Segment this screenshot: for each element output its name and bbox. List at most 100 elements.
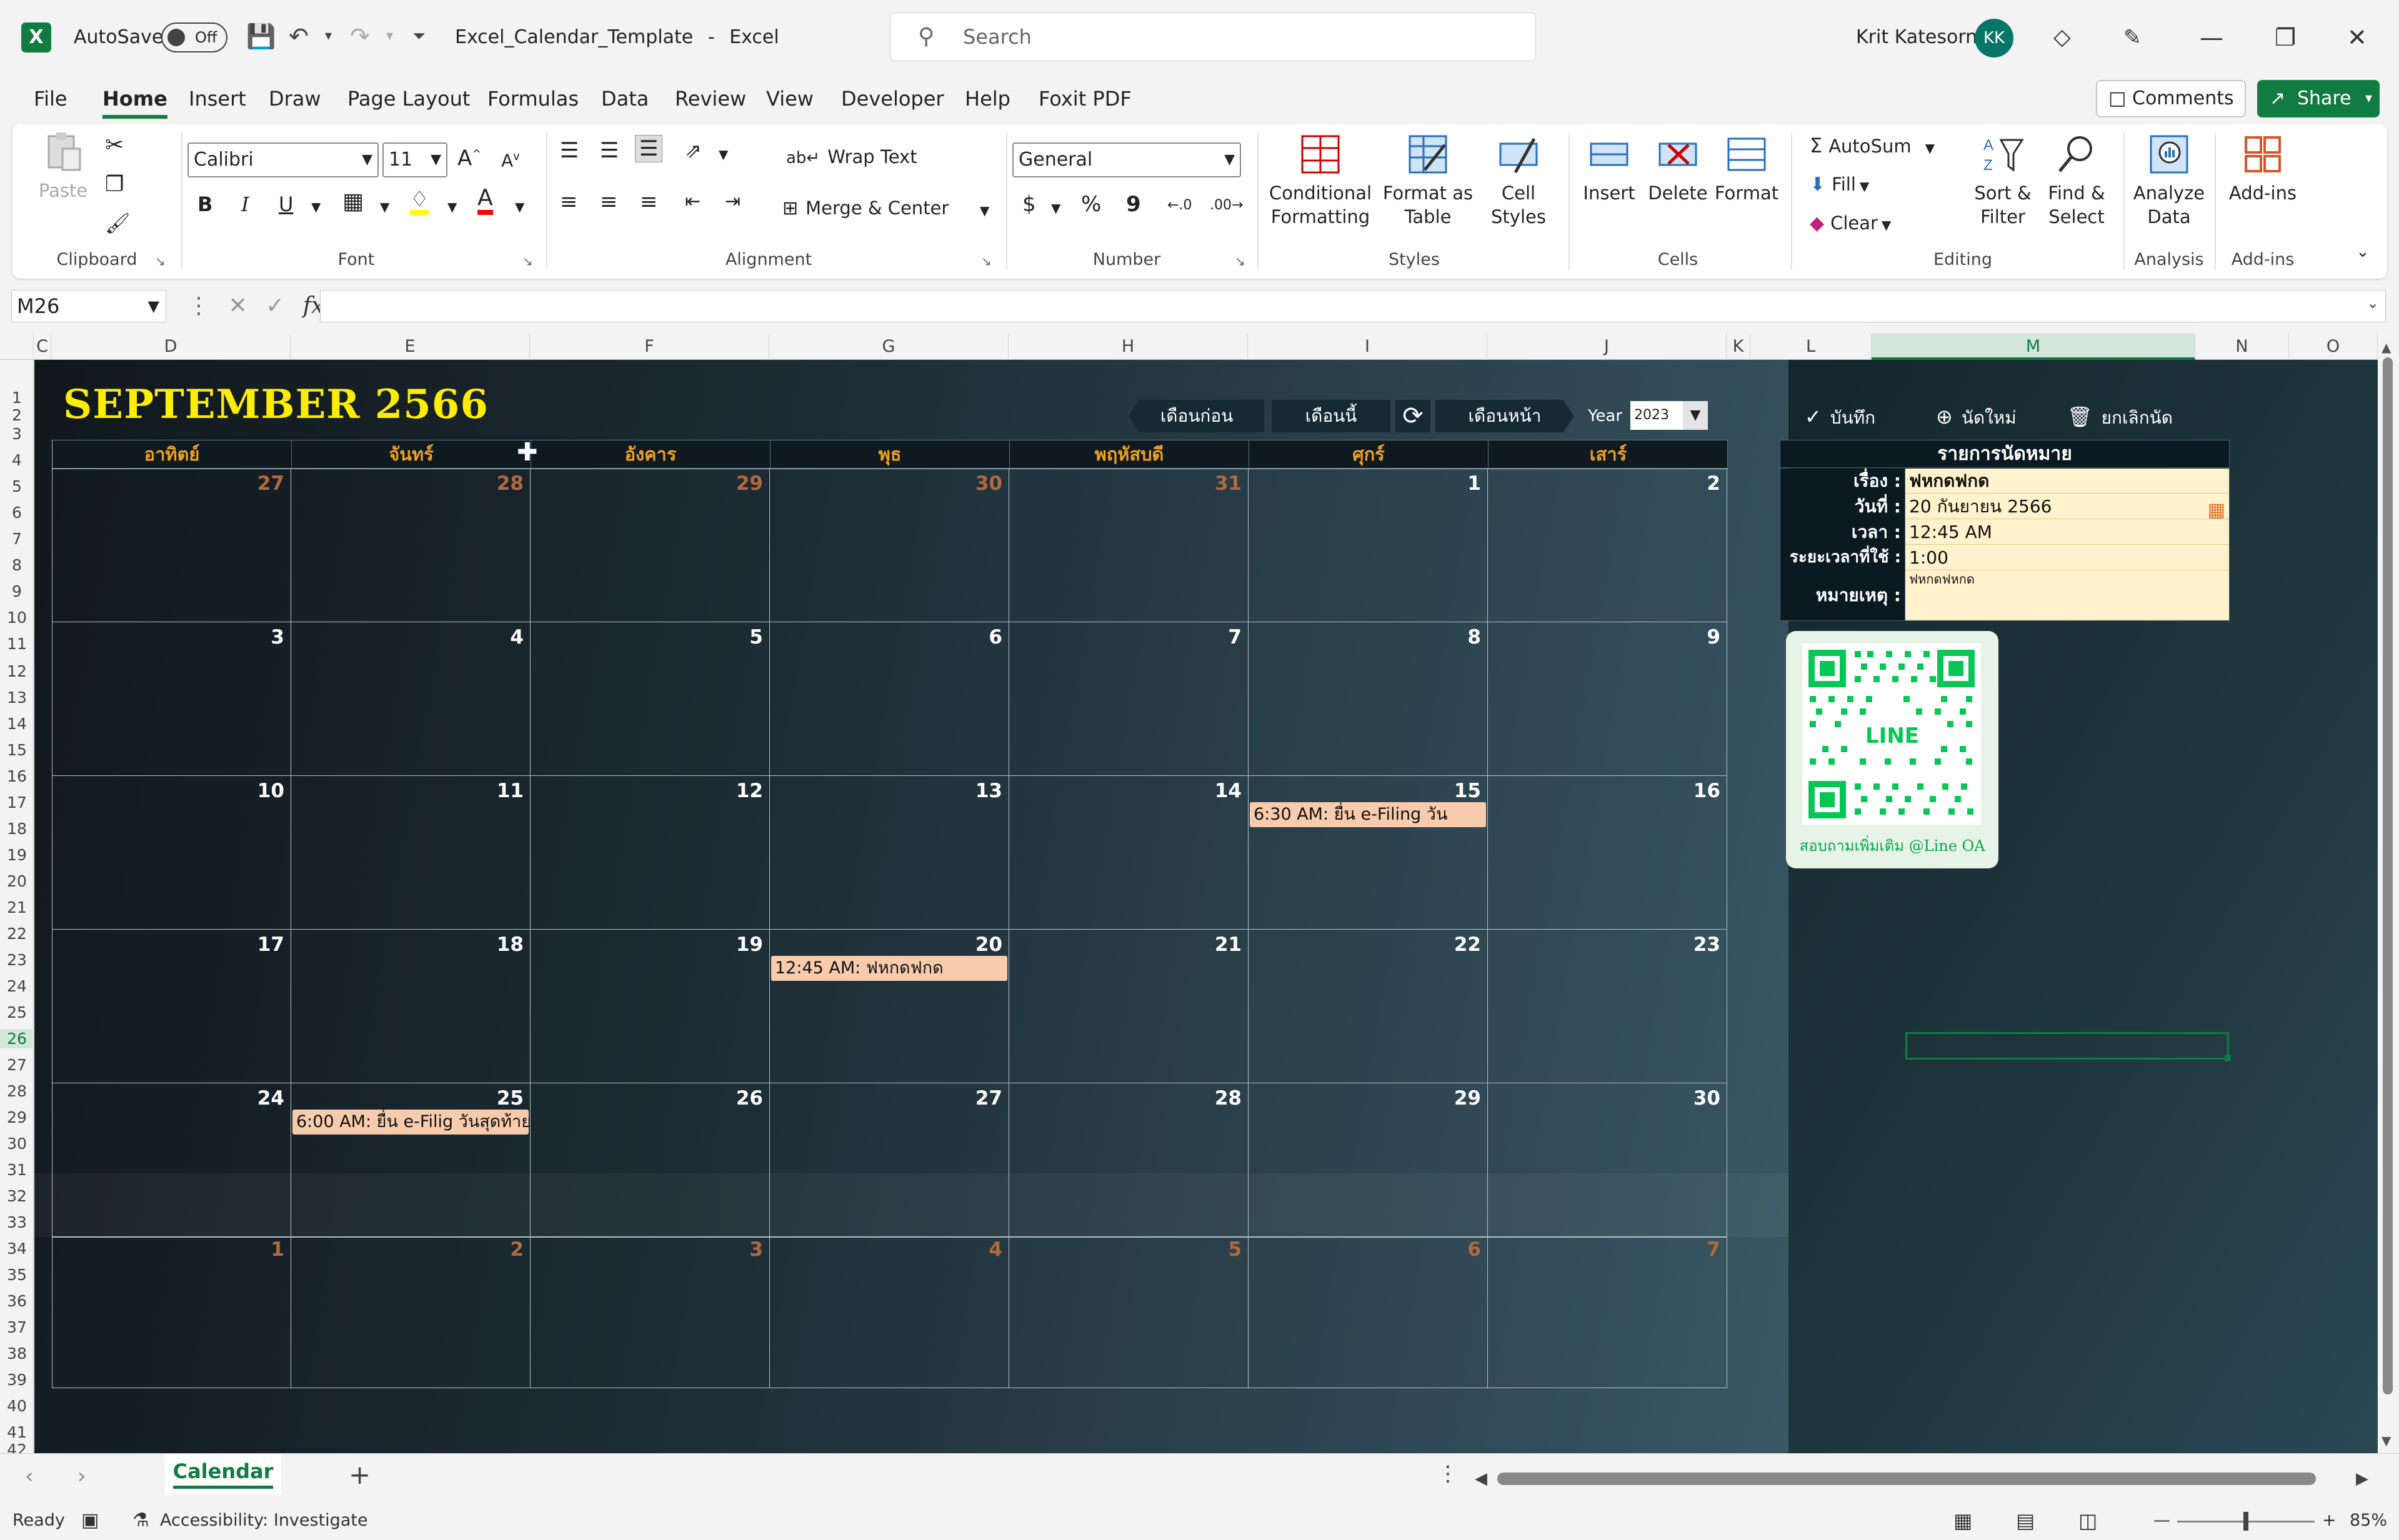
delete-cells-button[interactable]: Delete	[1643, 132, 1712, 205]
column-header[interactable]: E	[291, 334, 530, 360]
autosum-button[interactable]: Σ AutoSum ▼	[1810, 134, 1935, 160]
add-ins-button[interactable]: Add-ins	[2222, 132, 2303, 205]
row-header[interactable]: 2	[0, 406, 34, 425]
scroll-right-icon[interactable]: ▶	[2356, 1468, 2368, 1490]
align-left-icon[interactable]: ≡	[560, 190, 578, 214]
row-header[interactable]: 29	[0, 1108, 34, 1127]
confirm-entry-icon[interactable]: ✓	[266, 293, 284, 319]
share-dropdown-icon[interactable]: ▾	[2365, 80, 2372, 117]
currency-dropdown-icon[interactable]: ▼	[1051, 196, 1060, 220]
pen-icon[interactable]: ✎	[2123, 19, 2142, 56]
customize-toolbar-icon[interactable]: ⏷	[412, 22, 426, 50]
menu-review[interactable]: Review	[675, 85, 746, 112]
orientation-icon[interactable]: ⇗	[685, 139, 702, 162]
autosave-toggle[interactable]: Off	[161, 22, 227, 52]
align-right-icon[interactable]: ≡	[640, 190, 658, 214]
redo-icon[interactable]: ↷	[350, 22, 370, 50]
menu-view[interactable]: View	[766, 85, 814, 112]
row-header[interactable]: 6	[0, 504, 34, 522]
next-month-button[interactable]: เดือนหน้า	[1435, 400, 1574, 432]
prev-sheet-icon[interactable]: ‹	[25, 1463, 34, 1490]
column-header[interactable]: K	[1727, 334, 1750, 360]
diamond-icon[interactable]: ◇	[2053, 19, 2071, 56]
row-header[interactable]: 16	[0, 767, 34, 786]
calendar-day-cell[interactable]: 31	[1009, 469, 1249, 622]
clear-button[interactable]: ◆ Clear ▼	[1810, 211, 1891, 237]
menu-data[interactable]: Data	[601, 85, 649, 112]
zoom-level[interactable]: 85%	[2350, 1509, 2387, 1532]
macro-recording-icon[interactable]: ▣	[81, 1509, 99, 1532]
sheet-tab-calendar[interactable]: Calendar	[165, 1454, 281, 1495]
increase-indent-icon[interactable]: ⇥	[725, 190, 741, 214]
row-header[interactable]: 18	[0, 820, 34, 838]
row-header[interactable]: 9	[0, 582, 34, 601]
calendar-day-cell[interactable]: 23	[1488, 930, 1727, 1083]
row-header[interactable]: 34	[0, 1239, 34, 1258]
align-top-icon[interactable]: ☰	[560, 139, 579, 162]
column-header[interactable]: N	[2195, 334, 2289, 360]
page-break-view-icon[interactable]: ◫	[2078, 1509, 2097, 1532]
cut-icon[interactable]: ✂	[105, 134, 124, 157]
calendar-day-cell[interactable]: 28	[1009, 1083, 1249, 1237]
column-header[interactable]: C	[34, 334, 51, 360]
row-header[interactable]: 10	[0, 609, 34, 627]
calendar-day-cell[interactable]: 28	[291, 469, 531, 622]
row-header[interactable]: 37	[0, 1318, 34, 1337]
calendar-day-cell[interactable]: 6	[1249, 1234, 1488, 1388]
calendar-day-cell[interactable]: 30	[770, 469, 1009, 622]
zoom-out-icon[interactable]: —	[2153, 1509, 2170, 1532]
calendar-day-cell[interactable]: 9	[1488, 622, 1727, 776]
row-header[interactable]: 12	[0, 662, 34, 681]
menu-developer[interactable]: Developer	[841, 85, 944, 112]
calendar-day-cell[interactable]: 16	[1488, 776, 1727, 930]
fill-color-dropdown-icon[interactable]: ▼	[447, 195, 457, 219]
column-header[interactable]: L	[1750, 334, 1872, 360]
orientation-dropdown-icon[interactable]: ▼	[719, 142, 728, 166]
underline-button[interactable]: U	[279, 192, 293, 216]
calendar-event[interactable]: 12:45 AM: ฟหกดฟกด	[771, 956, 1007, 981]
calendar-day-cell[interactable]: 2	[1488, 469, 1727, 622]
next-sheet-icon[interactable]: ›	[77, 1463, 86, 1490]
grow-font-button[interactable]: A^	[457, 142, 481, 170]
row-header[interactable]: 33	[0, 1213, 34, 1232]
column-header[interactable]: F	[530, 334, 769, 360]
calendar-day-cell[interactable]: 25 6:00 AM: ยื่น e-Filig วันสุดท้าย	[291, 1083, 531, 1237]
calendar-day-cell[interactable]: 6	[770, 622, 1009, 776]
row-header[interactable]: 14	[0, 715, 34, 733]
row-header[interactable]: 22	[0, 925, 34, 943]
calendar-day-cell[interactable]: 18	[291, 930, 531, 1083]
menu-formulas[interactable]: Formulas	[487, 85, 579, 112]
row-header[interactable]: 5	[0, 477, 34, 496]
calendar-day-cell[interactable]: 14	[1009, 776, 1249, 930]
calendar-day-cell[interactable]: 26	[531, 1083, 770, 1237]
copy-icon[interactable]: ❐	[105, 172, 124, 196]
scroll-up-icon[interactable]: ▲	[2382, 340, 2391, 355]
new-appointment-button[interactable]: ⊕ นัดใหม่	[1936, 402, 2017, 431]
refresh-icon[interactable]: ⟳	[1395, 400, 1430, 432]
borders-dropdown-icon[interactable]: ▼	[380, 195, 389, 219]
calendar-day-cell[interactable]: 3	[52, 622, 291, 776]
row-header[interactable]: 4	[0, 451, 34, 470]
calendar-day-cell[interactable]: 7	[1488, 1234, 1727, 1388]
row-header[interactable]: 41	[0, 1423, 34, 1442]
calendar-day-cell[interactable]: 19	[531, 930, 770, 1083]
row-header[interactable]: 36	[0, 1292, 34, 1311]
time-value[interactable]: 12:45 AM	[1905, 519, 2229, 545]
calendar-day-cell[interactable]: 27	[52, 469, 291, 622]
collapse-ribbon-icon[interactable]: ⌄	[2356, 240, 2370, 264]
row-header[interactable]: 38	[0, 1344, 34, 1363]
column-header[interactable]: H	[1009, 334, 1248, 360]
calendar-day-cell[interactable]: 8	[1249, 622, 1488, 776]
menu-home[interactable]: Home	[102, 85, 167, 119]
calendar-day-cell[interactable]: 12	[531, 776, 770, 930]
row-header[interactable]: 40	[0, 1397, 34, 1416]
calendar-day-cell[interactable]: 20 12:45 AM: ฟหกดฟกด	[770, 930, 1009, 1083]
calendar-day-cell[interactable]: 10	[52, 776, 291, 930]
current-month-button[interactable]: เดือนนี้	[1272, 400, 1390, 432]
restore-icon[interactable]: ❐	[2275, 19, 2296, 56]
conditional-formatting-button[interactable]: Conditional Formatting	[1267, 132, 1374, 229]
calendar-day-cell[interactable]: 29	[531, 469, 770, 622]
align-center-icon[interactable]: ≡	[600, 190, 618, 214]
cell-styles-button[interactable]: Cell Styles	[1481, 132, 1556, 229]
zoom-in-icon[interactable]: +	[2322, 1509, 2337, 1532]
